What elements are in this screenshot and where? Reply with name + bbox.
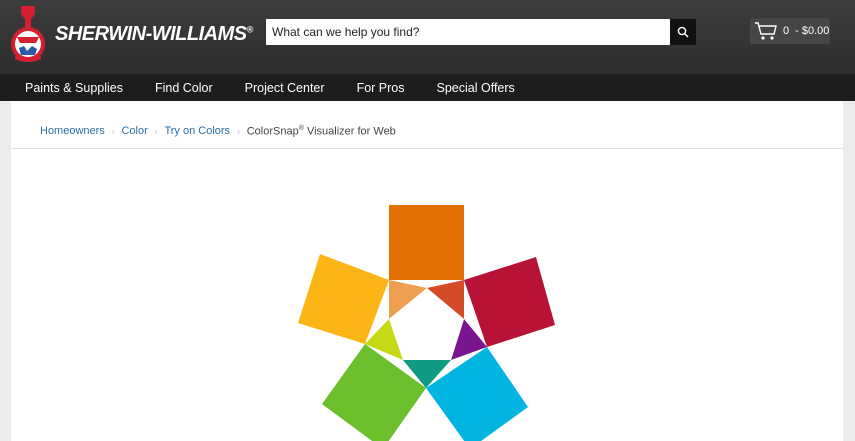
breadcrumb: Homeowners › Color › Try on Colors › Col… — [40, 125, 396, 138]
cart-icon — [755, 22, 777, 40]
breadcrumb-homeowners[interactable]: Homeowners — [40, 125, 105, 137]
cart-count: 0 — [783, 25, 790, 37]
nav-for-pros[interactable]: For Pros — [357, 81, 405, 95]
colorsnap-logo — [298, 205, 555, 441]
nav-paints-supplies[interactable]: Paints & Supplies — [25, 81, 123, 95]
cart-total: - $0.00 — [795, 25, 830, 37]
cart-button[interactable]: 0 - $0.00 — [750, 18, 830, 44]
search-button[interactable] — [670, 19, 696, 45]
search-bar — [266, 19, 696, 45]
breadcrumb-color[interactable]: Color — [121, 125, 147, 137]
cover-the-earth-emblem — [11, 6, 45, 62]
breadcrumb-try-on-colors[interactable]: Try on Colors — [164, 125, 230, 137]
wheel-yellow-square — [298, 254, 389, 344]
nav-project-center[interactable]: Project Center — [245, 81, 325, 95]
nav-special-offers[interactable]: Special Offers — [437, 81, 515, 95]
breadcrumb-current: ColorSnap® Visualizer for Web — [246, 125, 396, 138]
breadcrumb-divider — [11, 148, 843, 149]
site-header: SHERWIN-WILLIAMS® 0 - $0.00 — [0, 0, 855, 74]
wheel-orange-square — [389, 205, 464, 280]
breadcrumb-separator: › — [237, 126, 240, 136]
sherwin-williams-logo[interactable]: SHERWIN-WILLIAMS® — [8, 4, 253, 64]
main-nav: Paints & Supplies Find Color Project Cen… — [0, 74, 855, 101]
breadcrumb-separator: › — [154, 126, 158, 136]
wheel-red-square — [464, 257, 555, 347]
breadcrumb-separator: › — [111, 126, 115, 136]
nav-find-color[interactable]: Find Color — [155, 81, 213, 95]
search-icon — [677, 26, 689, 38]
search-input[interactable] — [266, 19, 670, 45]
main-content: Homeowners › Color › Try on Colors › Col… — [11, 101, 843, 441]
logo-wordmark: SHERWIN-WILLIAMS® — [55, 23, 253, 45]
